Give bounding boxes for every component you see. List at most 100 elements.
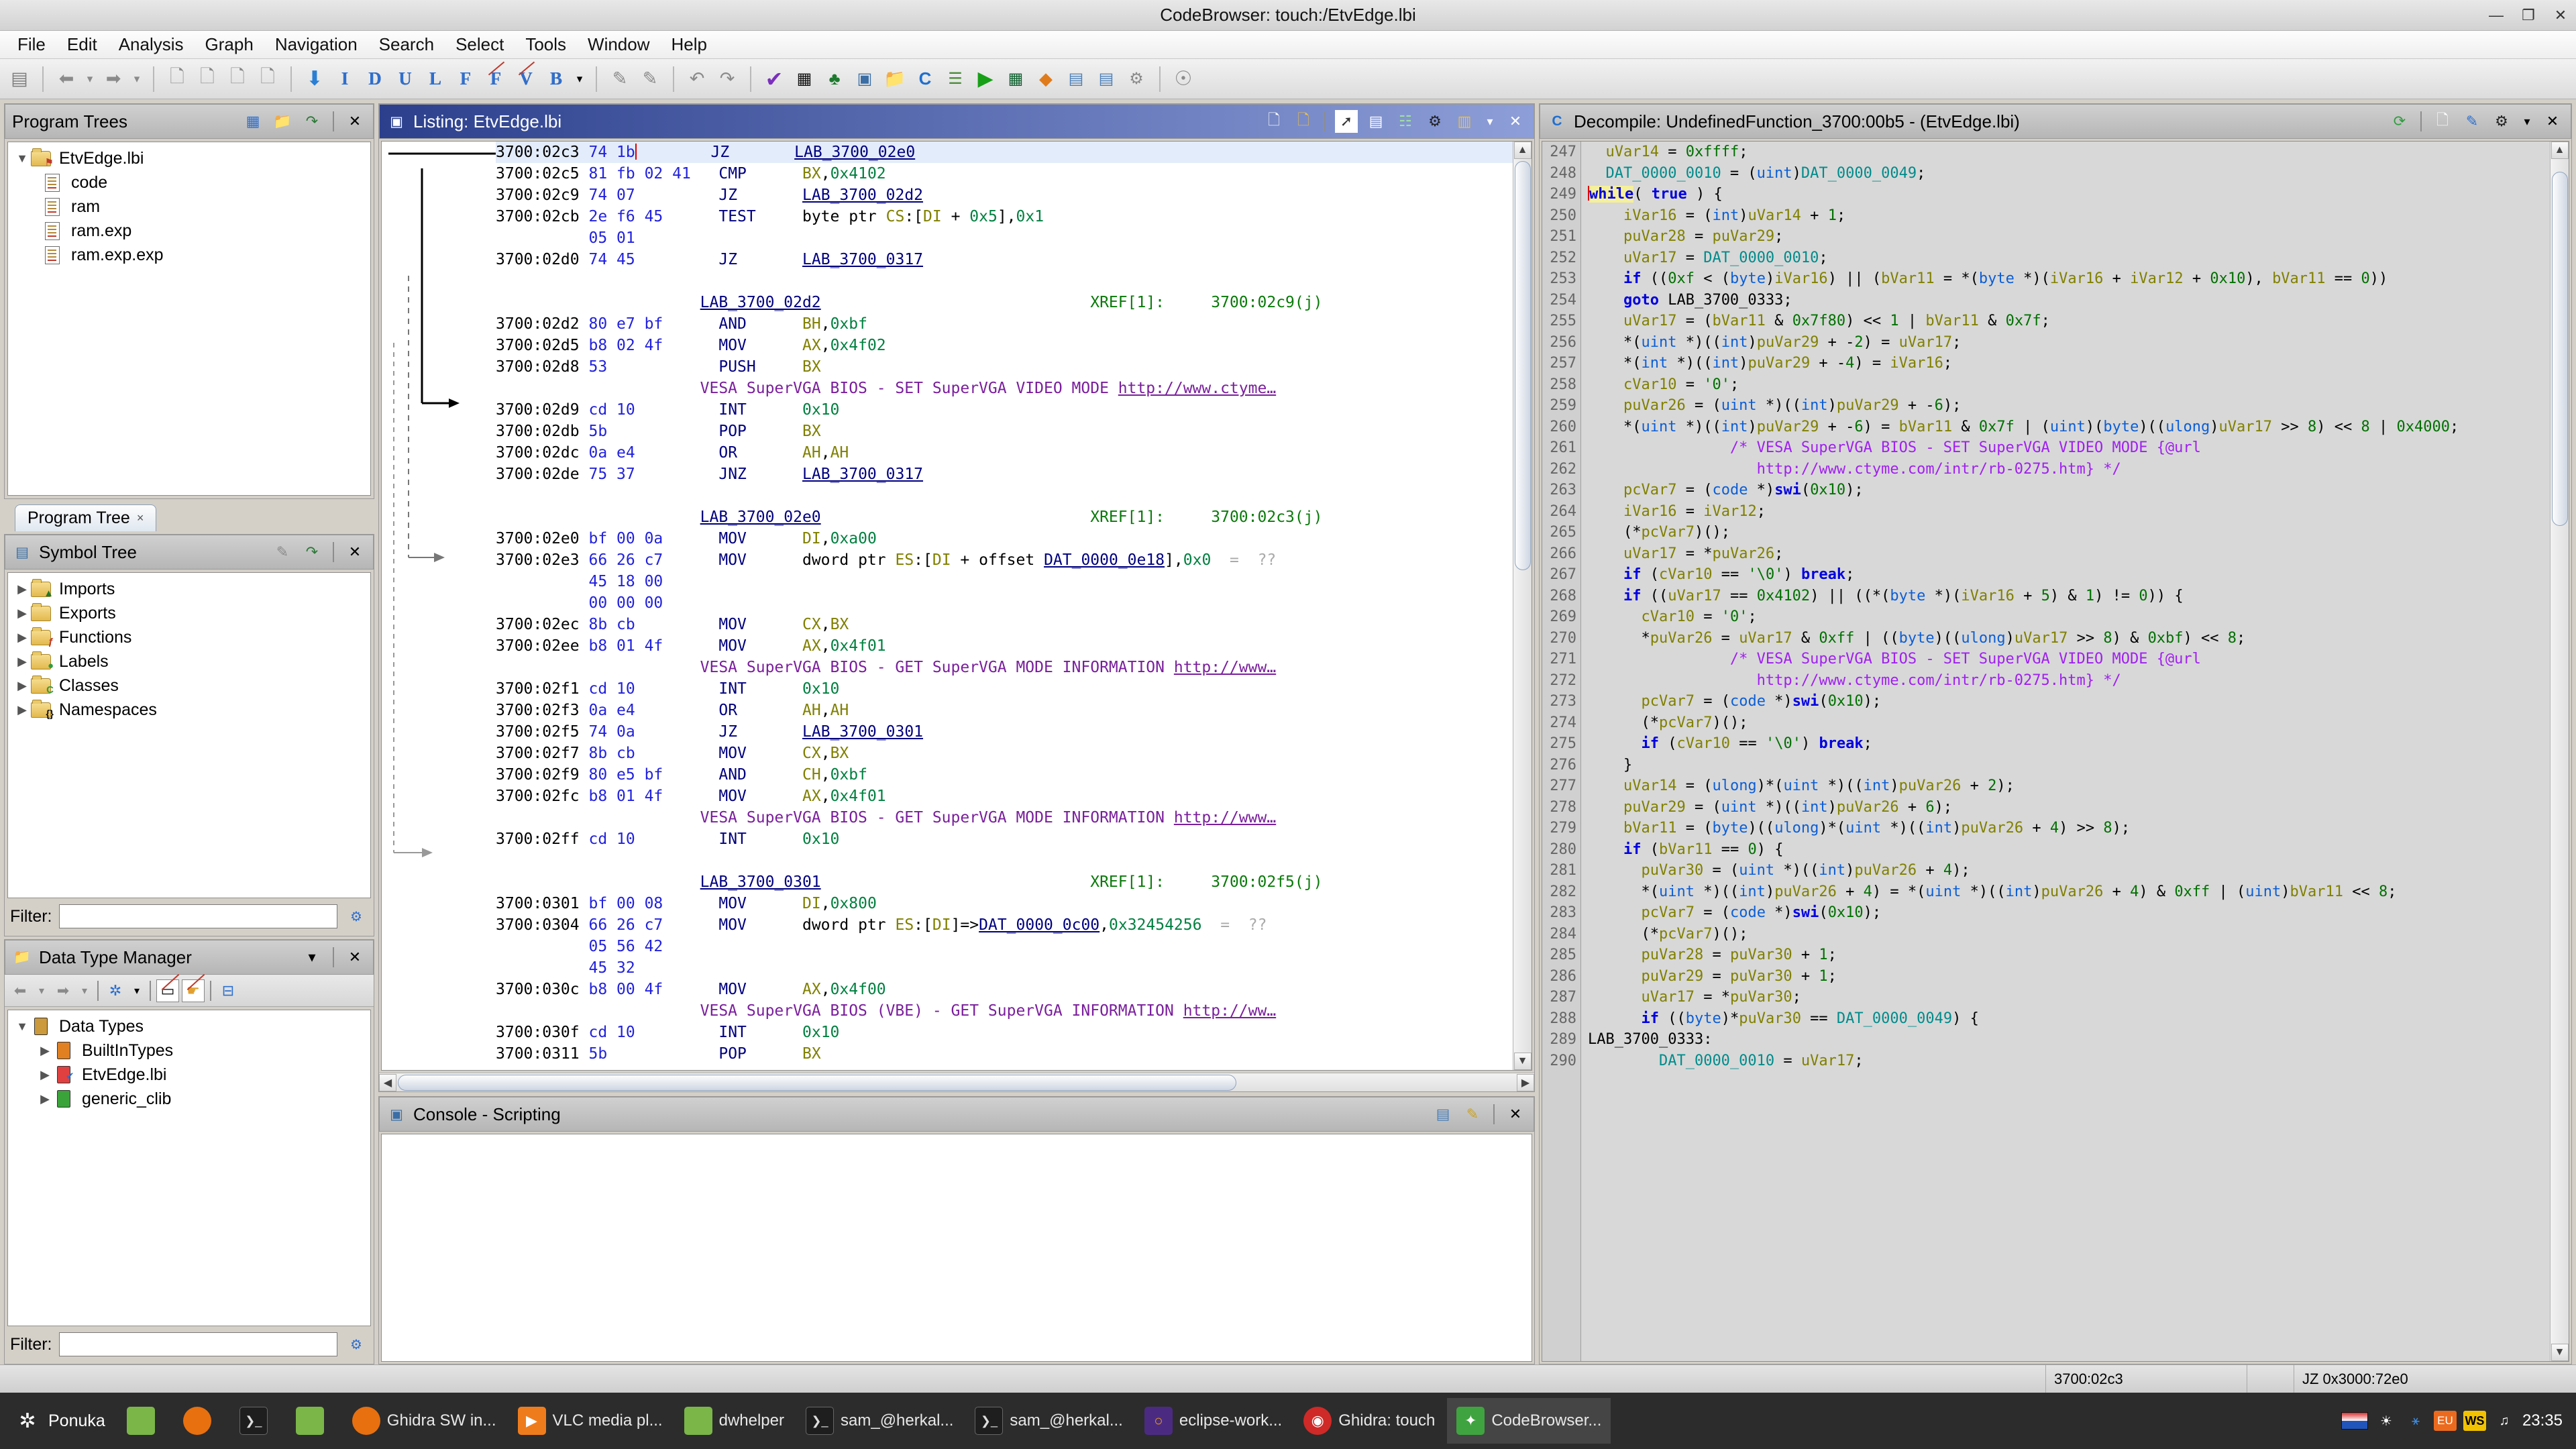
symbol-node-labels[interactable]: ▶ ● Labels <box>9 649 369 674</box>
forward-icon[interactable]: ➡ <box>52 979 74 1002</box>
symbol-node-classes[interactable]: ▶ C Classes <box>9 674 369 698</box>
listing-instruction-line[interactable]: 3700:02f9 80 e5 bf AND CH,0xbf <box>496 764 1513 786</box>
decompiler-code-line[interactable]: while( true ) { <box>1588 184 2550 205</box>
listing-instruction-line[interactable]: 3700:02ee b8 01 4f MOV AX,0x4f01 <box>496 635 1513 657</box>
menu-window[interactable]: Window <box>578 32 659 58</box>
keyboard-layout-indicator[interactable]: WS <box>2463 1411 2486 1431</box>
listing-instruction-line[interactable]: 3700:02ff cd 10 INT 0x10 <box>496 828 1513 850</box>
forward-icon[interactable]: ➡ <box>99 64 127 95</box>
listing-instruction-line[interactable]: 3700:02fc b8 01 4f MOV AX,0x4f01 <box>496 786 1513 807</box>
expand-collapse-icon[interactable]: ▶ <box>36 1068 54 1082</box>
scroll-down-icon[interactable]: ▼ <box>2551 1344 2569 1361</box>
refresh-icon[interactable]: ⟳ <box>2388 110 2411 133</box>
decompiler-code-line[interactable]: *(uint *)((int)puVar29 + -6) = bVar11 & … <box>1588 417 2550 438</box>
decompiler-code-line[interactable]: uVar14 = 0xffff; <box>1588 142 2550 163</box>
decompiler-code-line[interactable]: /* VESA SuperVGA BIOS - SET SuperVGA VID… <box>1588 649 2550 670</box>
save-icon[interactable]: ▤ <box>5 64 34 95</box>
listing-label-line[interactable]: LAB_3700_0301 XREF[1]: 3700:02f5(j) <box>496 871 1513 893</box>
decompiler-icon[interactable]: C <box>911 64 939 95</box>
back-dropdown-icon[interactable]: ▾ <box>83 64 97 95</box>
diff-view-icon[interactable]: ☷ <box>1394 110 1417 133</box>
listing-instruction-line[interactable]: 3700:0301 bf 00 08 MOV DI,0x800 <box>496 893 1513 914</box>
taskbar-item-terminal-2[interactable]: ❯_ sam_@herkal... <box>965 1398 1132 1444</box>
make-data-icon[interactable]: D <box>361 64 389 95</box>
filter-options-icon[interactable]: ⚙ <box>344 904 368 928</box>
remove-function-icon[interactable]: F <box>482 61 510 95</box>
symbol-node-imports[interactable]: ▶ ▲ Imports <box>9 577 369 601</box>
listing-instruction-line[interactable]: 3700:030f cd 10 INT 0x10 <box>496 1022 1513 1043</box>
undefine-icon[interactable]: U <box>391 64 419 95</box>
dt-node-generic-clib[interactable]: ▶ generic_clib <box>9 1087 369 1111</box>
paste-icon[interactable]: 🗋 <box>1292 110 1315 133</box>
analyze-checkmark-icon[interactable]: ✔ <box>760 64 788 95</box>
dt-node-builtintypes[interactable]: ▶ BuiltInTypes <box>9 1038 369 1063</box>
clear-flow-icon[interactable]: V <box>512 61 540 95</box>
menu-search[interactable]: Search <box>370 32 443 58</box>
settings-icon[interactable]: ✎ <box>1461 1103 1484 1126</box>
taskbar-item-ghidra-touch[interactable]: ◉ Ghidra: touch <box>1294 1398 1444 1444</box>
expand-collapse-icon[interactable]: ▶ <box>13 631 31 645</box>
data-type-manager-icon[interactable]: 📁 <box>881 64 909 95</box>
snapshot-next-icon[interactable]: 🗋 <box>254 64 282 95</box>
back-icon[interactable]: ⬅ <box>52 64 80 95</box>
taskbar-item-terminal-1[interactable]: ❯_ sam_@herkal... <box>796 1398 963 1444</box>
decompiler-code-line[interactable]: *(int *)((int)puVar29 + -4) = iVar16; <box>1588 353 2550 374</box>
decompiler-code-line[interactable]: pcVar7 = (code *)swi(0x10); <box>1588 902 2550 924</box>
close-icon[interactable]: ✕ <box>1504 1103 1527 1126</box>
menu-analysis[interactable]: Analysis <box>109 32 193 58</box>
symbol-tree-filter-input[interactable] <box>58 904 337 928</box>
memory-map-icon[interactable]: ▦ <box>790 64 818 95</box>
decompiler-code-line[interactable]: DAT_0000_0010 = uVar17; <box>1588 1051 2550 1072</box>
comment-url-link[interactable]: http://www… <box>1174 809 1276 826</box>
listing-instruction-line[interactable]: 3700:02dc 0a e4 OR AH,AH <box>496 442 1513 464</box>
listing-instruction-line[interactable]: 3700:02e0 bf 00 0a MOV DI,0xa00 <box>496 528 1513 549</box>
decompiler-code-line[interactable]: puVar29 = (uint *)((int)puVar26 + 6); <box>1588 797 2550 818</box>
edit-icon[interactable]: ✎ <box>2461 110 2483 133</box>
decompiler-code-line[interactable]: pcVar7 = (code *)swi(0x10); <box>1588 480 2550 501</box>
listing-instruction-line[interactable]: 3700:030c b8 00 4f MOV AX,0x4f00 <box>496 979 1513 1000</box>
bytes-viewer-icon[interactable]: ⚙ <box>1122 64 1150 95</box>
listing-instruction-line[interactable]: 3700:0304 66 26 c7 MOV dword ptr ES:[DI]… <box>496 914 1513 936</box>
decompiler-code-line[interactable]: *(uint *)((int)puVar29 + -2) = uVar17; <box>1588 332 2550 354</box>
bluetooth-icon[interactable]: ⚹ <box>2404 1411 2427 1431</box>
menu-navigation[interactable]: Navigation <box>266 32 367 58</box>
dt-node-etvedge[interactable]: ▶ ✔ EtvEdge.lbi <box>9 1063 369 1087</box>
listing-instruction-line[interactable]: 3700:02db 5b POP BX <box>496 421 1513 442</box>
taskbar-item-2[interactable]: ❯_ <box>230 1398 284 1444</box>
decompiler-code-line[interactable]: if (cVar10 == '\0') break; <box>1588 733 2550 755</box>
expand-collapse-icon[interactable]: ▶ <box>13 679 31 693</box>
tab-program-tree[interactable]: Program Tree × <box>15 504 157 531</box>
comment-url-link[interactable]: http://www… <box>1174 659 1276 676</box>
menu-graph[interactable]: Graph <box>196 32 263 58</box>
defined-strings-icon[interactable]: ▤ <box>1092 64 1120 95</box>
listing-instruction-line[interactable]: 3700:02c5 81 fb 02 41 CMP BX,0x4102 <box>496 163 1513 184</box>
maximize-icon[interactable]: ❐ <box>2520 7 2537 24</box>
comment-url-link[interactable]: http://ww… <box>1183 1002 1276 1020</box>
create-tree-icon[interactable]: ▦ <box>241 110 264 133</box>
back-icon[interactable]: ⬅ <box>9 979 32 1002</box>
decompiler-code-line[interactable]: if ((0xf < (byte)iVar16) || (bVar11 = *(… <box>1588 268 2550 290</box>
close-icon[interactable]: ✕ <box>343 946 366 969</box>
decompiler-code-line[interactable]: bVar11 = (byte)((ulong)*(uint *)((int)pu… <box>1588 818 2550 839</box>
decompiler-code-line[interactable]: iVar16 = iVar12; <box>1588 501 2550 523</box>
set-bookmark-icon[interactable]: B <box>542 64 570 95</box>
close-icon[interactable]: ✕ <box>343 541 366 564</box>
menu-edit[interactable]: Edit <box>58 32 107 58</box>
apply-data-type-icon[interactable]: ✎ <box>636 64 664 95</box>
undock-icon[interactable]: ↷ <box>301 110 323 133</box>
decompiler-code-line[interactable]: puVar29 = puVar30 + 1; <box>1588 966 2550 987</box>
language-indicator[interactable]: EU <box>2433 1411 2457 1431</box>
program-trees-tree[interactable]: ▼ ⚑ EtvEdge.lbi code ram ram.exp ram.exp… <box>7 142 371 496</box>
decompiler-code[interactable]: uVar14 = 0xffff; DAT_0000_0010 = (uint)D… <box>1581 142 2550 1361</box>
taskbar-item-1[interactable] <box>174 1398 227 1444</box>
undo-icon[interactable]: ↶ <box>683 64 711 95</box>
decompiler-code-line[interactable]: puVar28 = puVar29; <box>1588 226 2550 248</box>
tree-node-ram[interactable]: ram <box>9 195 369 219</box>
clear-console-icon[interactable]: ▤ <box>1432 1103 1454 1126</box>
decompiler-code-line[interactable]: DAT_0000_0010 = (uint)DAT_0000_0049; <box>1588 163 2550 184</box>
filter-options-icon[interactable]: ⚙ <box>344 1332 368 1356</box>
listing-instruction-line[interactable]: 3700:02c9 74 07 JZ LAB_3700_02d2 <box>496 184 1513 206</box>
listing-instruction-line[interactable]: 3700:02d9 cd 10 INT 0x10 <box>496 399 1513 421</box>
taskbar-item-3[interactable] <box>286 1398 340 1444</box>
decompiler-code-line[interactable]: uVar17 = *puVar26; <box>1588 543 2550 565</box>
